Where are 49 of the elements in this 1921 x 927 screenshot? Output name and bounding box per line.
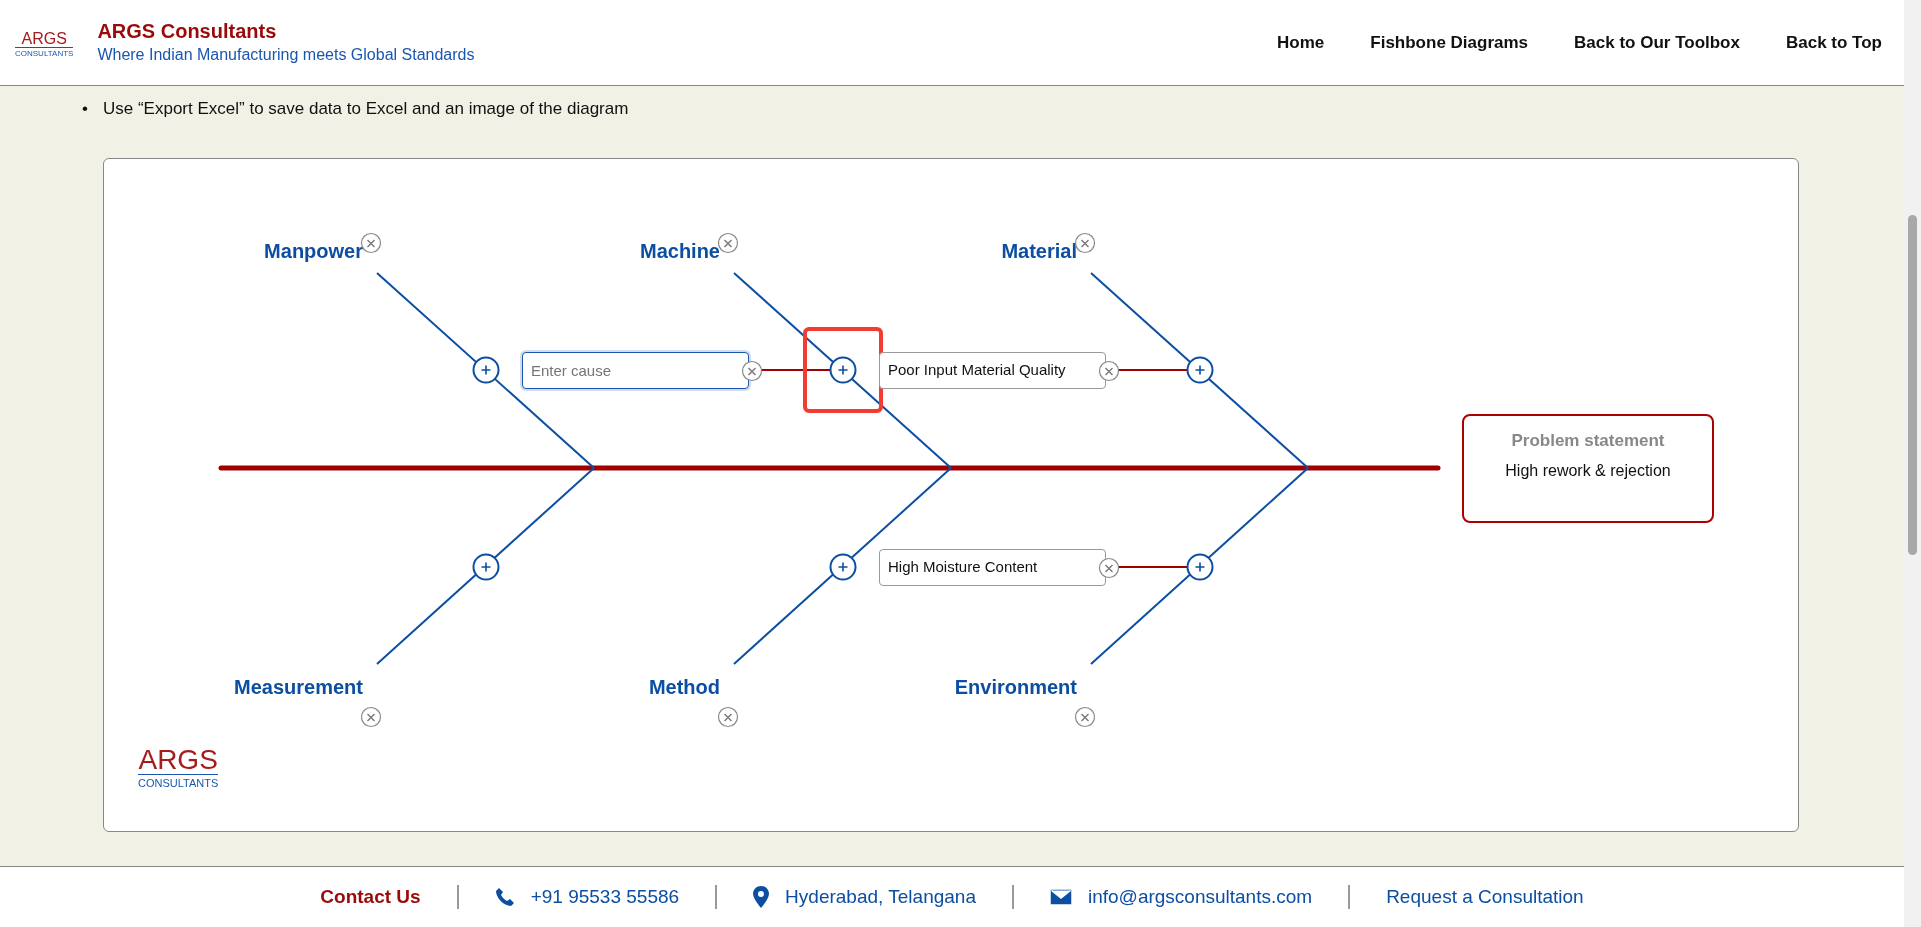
site-title: ARGS Consultants xyxy=(97,18,278,43)
site-tagline: Where Indian Manufacturing meets Global Standards xyxy=(97,44,475,65)
contact-location-link[interactable]: Hyderabad, Telangana xyxy=(785,882,976,912)
add-cause-button[interactable] xyxy=(472,355,500,384)
close-icon[interactable] xyxy=(717,231,739,254)
company-logo: ARGS CONSULTANTS xyxy=(138,745,219,789)
nav-link[interactable]: Back to Our Toolbox xyxy=(1574,29,1740,56)
cause-label[interactable]: Poor Input Material Quality xyxy=(879,351,1106,389)
add-cause-button[interactable] xyxy=(829,552,857,581)
add-cause-button[interactable] xyxy=(472,552,500,581)
cause-line xyxy=(1117,565,1188,568)
close-icon[interactable] xyxy=(1074,705,1096,728)
nav-link[interactable]: Home xyxy=(1277,29,1325,56)
scrollbar-thumb[interactable] xyxy=(1908,215,1917,555)
add-cause-button[interactable] xyxy=(1186,355,1214,384)
contact-phone-link[interactable]: +91 95533 55586 xyxy=(530,882,680,912)
phone-icon xyxy=(494,887,515,907)
problem-title: Problem statement xyxy=(1510,429,1666,452)
category-label[interactable]: Method xyxy=(648,671,720,702)
bullet-marker: • xyxy=(82,98,89,120)
cause-label[interactable]: High Moisture Content xyxy=(879,548,1106,586)
close-icon[interactable] xyxy=(360,705,382,728)
close-icon[interactable] xyxy=(717,705,739,728)
map-pin-icon xyxy=(753,886,770,908)
problem-text: High rework & rejection xyxy=(1504,461,1672,481)
instruction-text: Use “Export Excel” to save data to Excel and an image of the diagram xyxy=(103,98,629,120)
category-label[interactable]: Environment xyxy=(954,671,1077,702)
add-cause-button[interactable] xyxy=(829,355,857,384)
close-icon[interactable] xyxy=(1098,359,1120,382)
envelope-icon xyxy=(1049,889,1072,905)
close-icon[interactable] xyxy=(741,359,763,382)
problem-box[interactable]: Problem statement High rework & rejection xyxy=(1462,413,1714,523)
consultation-link[interactable]: Request a Consultation xyxy=(1386,882,1584,912)
close-icon[interactable] xyxy=(1074,231,1096,254)
cause-input-field[interactable]: Enter cause xyxy=(522,351,749,389)
category-label[interactable]: Machine xyxy=(639,235,720,266)
cause-line xyxy=(1117,368,1188,371)
category-label[interactable]: Manpower xyxy=(264,235,363,266)
nav-link[interactable]: Fishbone Diagrams xyxy=(1370,29,1529,56)
category-label[interactable]: Measurement xyxy=(234,671,363,702)
add-cause-button[interactable] xyxy=(1186,552,1214,581)
contact-email-link[interactable]: info@argsconsultants.com xyxy=(1087,882,1313,912)
contact-label: Contact Us xyxy=(320,884,421,909)
nav-link[interactable]: Back to Top xyxy=(1785,29,1882,56)
category-label[interactable]: Material xyxy=(1001,235,1077,266)
close-icon[interactable] xyxy=(1098,556,1120,579)
cause-line xyxy=(760,368,831,371)
company-logo: ARGS CONSULTANTS xyxy=(15,31,74,58)
scrollbar[interactable] xyxy=(1904,0,1921,927)
